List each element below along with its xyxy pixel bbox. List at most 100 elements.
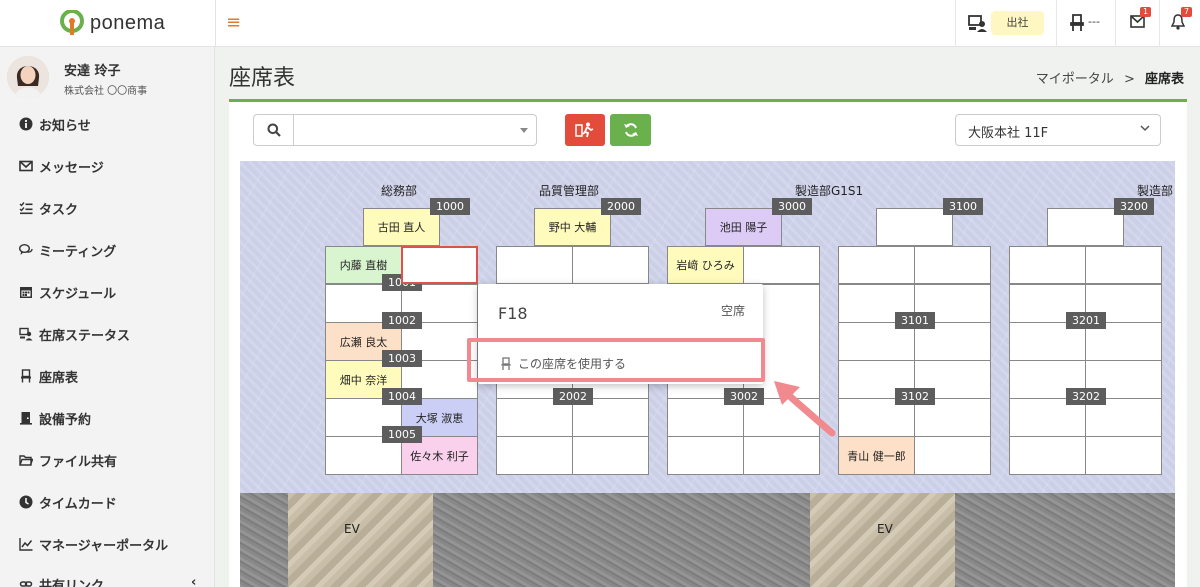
seat-desk[interactable] bbox=[667, 436, 744, 475]
chevron-left-icon[interactable]: ‹ bbox=[191, 576, 203, 587]
envelope-icon bbox=[17, 159, 34, 173]
use-seat-button[interactable]: この座席を使用する bbox=[500, 355, 626, 372]
seat-tag: 1003 bbox=[382, 350, 422, 367]
seat-desk[interactable]: 岩﨑 ひろみ bbox=[667, 246, 744, 284]
sidebar-item-tasks[interactable]: タスク bbox=[17, 196, 207, 220]
seat-desk-selected[interactable] bbox=[401, 246, 478, 284]
seat-desk[interactable] bbox=[876, 208, 953, 246]
sidebar-item-label: お知らせ bbox=[39, 118, 91, 134]
department-label: 製造部 bbox=[1137, 184, 1174, 198]
sidebar-item-facility-booking[interactable]: 設備予約 bbox=[17, 406, 207, 430]
chevron-down-icon bbox=[1140, 125, 1150, 132]
seat-desk[interactable] bbox=[1009, 246, 1086, 284]
seat-desk[interactable] bbox=[496, 246, 573, 284]
sidebar-item-label: ファイル共有 bbox=[39, 454, 118, 470]
seat-desk[interactable] bbox=[572, 246, 649, 284]
chair-icon bbox=[501, 356, 511, 370]
page-title: 座席表 bbox=[229, 66, 296, 91]
seat-desk[interactable] bbox=[496, 436, 573, 475]
seat-desk[interactable] bbox=[838, 246, 915, 284]
attendance-icon[interactable] bbox=[968, 14, 988, 32]
block-tag: 3200 bbox=[1114, 198, 1154, 215]
app-name: ponema bbox=[90, 11, 166, 34]
seat-desk[interactable] bbox=[1009, 436, 1086, 475]
topbar-divider bbox=[1159, 0, 1160, 47]
search-icon bbox=[267, 123, 281, 137]
info-icon bbox=[17, 117, 34, 131]
sidebar-item-manager-portal[interactable]: マネージャーポータル bbox=[17, 532, 207, 556]
sidebar-item-schedule[interactable]: スケジュール bbox=[17, 280, 207, 304]
floor-select[interactable]: 大阪本社 11F bbox=[955, 114, 1161, 146]
sidebar-item-meetings[interactable]: ミーティング bbox=[17, 238, 207, 262]
seat-tag: 3102 bbox=[895, 388, 935, 405]
user-company: 株式会社 〇〇商事 bbox=[64, 86, 148, 97]
seat-desk[interactable] bbox=[914, 246, 991, 284]
breadcrumb-separator: > bbox=[1123, 72, 1135, 87]
seat-desk[interactable] bbox=[743, 246, 820, 284]
floor-select-value: 大阪本社 11F bbox=[968, 126, 1049, 141]
sidebar-item-label: 在席ステータス bbox=[39, 328, 131, 344]
chart-icon bbox=[17, 537, 34, 551]
search-button[interactable] bbox=[253, 114, 293, 146]
seat-desk[interactable] bbox=[1047, 208, 1124, 246]
seat-desk[interactable]: 古田 直人 bbox=[363, 208, 440, 246]
department-label: 製造部G1S1 bbox=[795, 184, 864, 198]
employee-search-select[interactable] bbox=[293, 114, 537, 146]
chair-icon[interactable] bbox=[1070, 14, 1084, 32]
seat-desk[interactable] bbox=[743, 436, 820, 475]
sidebar-item-messages[interactable]: メッセージ bbox=[17, 154, 207, 178]
clock-icon bbox=[17, 495, 34, 509]
link-icon bbox=[17, 577, 34, 587]
sidebar-item-label: メッセージ bbox=[39, 160, 104, 176]
app-logo[interactable]: ponema bbox=[60, 9, 200, 36]
elevator-label: EV bbox=[877, 522, 893, 536]
hamburger-menu-icon[interactable]: ≡ bbox=[226, 13, 244, 33]
seat-desk[interactable] bbox=[914, 436, 991, 475]
seat-tag: 3002 bbox=[724, 388, 764, 405]
block-tag: 1000 bbox=[430, 198, 470, 215]
block-tag: 3000 bbox=[772, 198, 812, 215]
notification-count-badge: 7 bbox=[1181, 7, 1193, 17]
seat-desk[interactable]: 野中 大輔 bbox=[534, 208, 611, 246]
attendance-status-button[interactable]: 出社 bbox=[991, 11, 1044, 35]
popup-seat-name: F18 bbox=[498, 304, 528, 323]
current-seat-status[interactable]: --- bbox=[1088, 15, 1100, 28]
department-label: 品質管理部 bbox=[539, 184, 600, 198]
refresh-button[interactable] bbox=[610, 114, 651, 146]
elevator-hall bbox=[288, 493, 433, 587]
topbar-divider bbox=[955, 0, 956, 47]
door-icon bbox=[17, 411, 34, 425]
seat-tag: 1005 bbox=[382, 426, 422, 443]
block-tag: 3100 bbox=[943, 198, 983, 215]
block-tag: 2000 bbox=[601, 198, 641, 215]
popup-seat-status: 空席 bbox=[720, 304, 745, 318]
use-seat-label: この座席を使用する bbox=[518, 357, 627, 371]
seat-desk[interactable] bbox=[1085, 436, 1162, 475]
seat-tag: 1002 bbox=[382, 312, 422, 329]
breadcrumb-current: 座席表 bbox=[1144, 72, 1184, 87]
avatar[interactable] bbox=[7, 56, 49, 98]
topbar-divider bbox=[1115, 0, 1116, 47]
seat-desk[interactable]: 青山 健一郎 bbox=[838, 436, 915, 475]
seat-desk[interactable] bbox=[1085, 246, 1162, 284]
department-label: 総務部 bbox=[381, 184, 418, 198]
sidebar-item-label: タイムカード bbox=[39, 496, 117, 512]
sidebar-item-shared-links[interactable]: 共有リンク ‹ bbox=[17, 572, 207, 587]
sidebar-item-presence[interactable]: 在席ステータス bbox=[17, 322, 207, 346]
exit-seat-button[interactable] bbox=[565, 114, 605, 146]
sidebar-item-notices[interactable]: お知らせ bbox=[17, 112, 207, 136]
sidebar-item-seating-chart[interactable]: 座席表 bbox=[17, 364, 207, 388]
seat-desk[interactable]: 池田 陽子 bbox=[705, 208, 782, 246]
sidebar-item-label: 設備予約 bbox=[39, 412, 92, 428]
caret-down-icon bbox=[520, 128, 528, 133]
seat-tag: 2002 bbox=[553, 388, 593, 405]
sidebar-item-label: タスク bbox=[39, 202, 79, 218]
annotation-arrow-icon bbox=[774, 381, 836, 437]
sidebar-item-timecard[interactable]: タイムカード bbox=[17, 490, 207, 514]
sidebar-item-file-sharing[interactable]: ファイル共有 bbox=[17, 448, 207, 472]
breadcrumb-parent-link[interactable]: マイポータル bbox=[1036, 72, 1114, 87]
folder-icon bbox=[17, 453, 34, 467]
seat-desk[interactable] bbox=[572, 436, 649, 475]
ponema-logo-icon bbox=[60, 9, 84, 36]
top-bar: ponema ≡ 出社 --- 1 7 bbox=[0, 0, 1200, 47]
